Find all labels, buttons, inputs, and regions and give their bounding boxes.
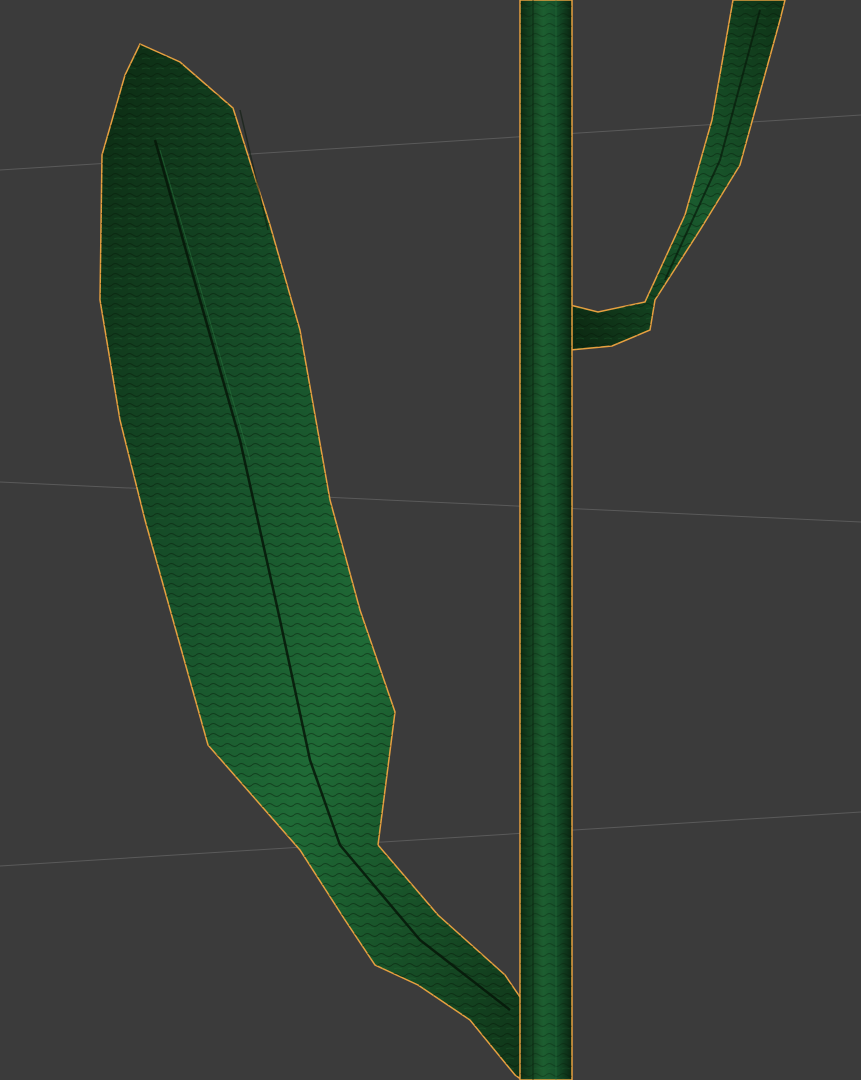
plant-stem-mesh[interactable] <box>519 0 573 1080</box>
lower-leaf-mesh[interactable] <box>99 43 523 1080</box>
viewport-canvas[interactable] <box>0 0 861 1080</box>
upper-leaf-mesh[interactable] <box>569 0 786 351</box>
3d-viewport[interactable] <box>0 0 861 1080</box>
